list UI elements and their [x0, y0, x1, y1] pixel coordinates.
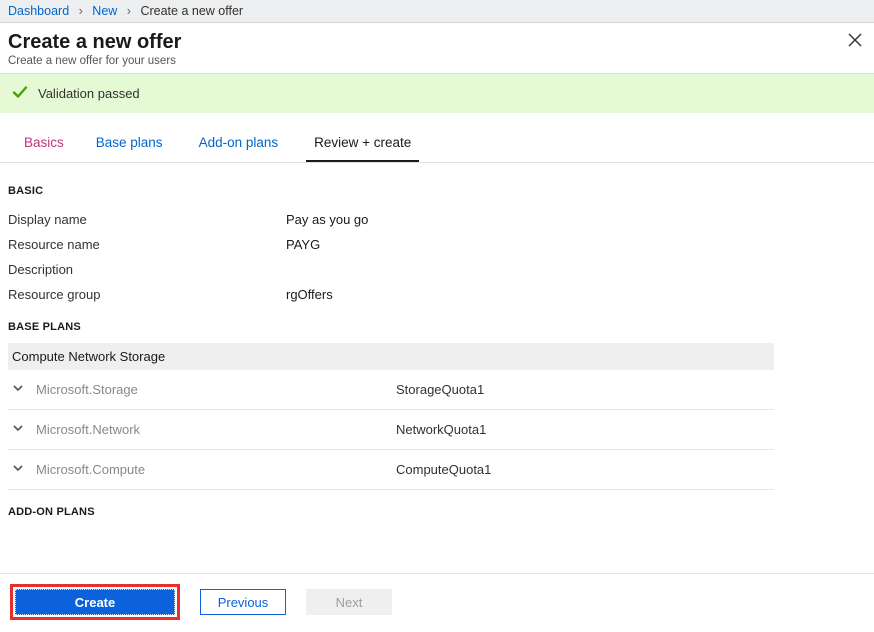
resource-name-value: PAYG: [286, 237, 320, 252]
checkmark-icon: [12, 84, 28, 103]
validation-text: Validation passed: [38, 86, 140, 101]
create-callout: Create: [10, 584, 180, 620]
chevron-down-icon: [12, 462, 36, 477]
close-button[interactable]: [848, 33, 862, 50]
crumb-current: Create a new offer: [140, 4, 243, 18]
service-name: Microsoft.Compute: [36, 462, 396, 477]
tab-base-plans[interactable]: Base plans: [88, 135, 171, 162]
crumb-new[interactable]: New: [92, 4, 117, 18]
quota-row[interactable]: Microsoft.ComputeComputeQuota1: [8, 450, 774, 490]
next-button: Next: [306, 589, 392, 615]
create-button[interactable]: Create: [15, 589, 175, 615]
chevron-right-icon: ›: [127, 4, 131, 18]
section-base-plans-label: BASE PLANS: [8, 321, 858, 333]
crumb-dashboard[interactable]: Dashboard: [8, 4, 69, 18]
service-name: Microsoft.Network: [36, 422, 396, 437]
tabs-bar: Basics Base plans Add-on plans Review + …: [0, 113, 874, 163]
resource-group-value: rgOffers: [286, 287, 333, 302]
chevron-down-icon: [12, 422, 36, 437]
tab-addon-plans[interactable]: Add-on plans: [191, 135, 287, 162]
footer-bar: Create Previous Next: [0, 573, 874, 632]
resource-name-label: Resource name: [8, 237, 286, 252]
close-icon: [848, 35, 862, 50]
display-name-value: Pay as you go: [286, 212, 368, 227]
section-addon-plans-label: ADD-ON PLANS: [8, 506, 858, 518]
description-label: Description: [8, 262, 286, 277]
page-subtitle: Create a new offer for your users: [8, 55, 862, 67]
chevron-down-icon: [12, 382, 36, 397]
quota-row[interactable]: Microsoft.StorageStorageQuota1: [8, 370, 774, 410]
validation-banner: Validation passed: [0, 73, 874, 113]
tab-review-create[interactable]: Review + create: [306, 135, 419, 162]
breadcrumb: Dashboard › New › Create a new offer: [0, 0, 874, 23]
quota-name: NetworkQuota1: [396, 422, 486, 437]
display-name-label: Display name: [8, 212, 286, 227]
quota-name: StorageQuota1: [396, 382, 484, 397]
quota-row[interactable]: Microsoft.NetworkNetworkQuota1: [8, 410, 774, 450]
page-title: Create a new offer: [8, 31, 862, 54]
service-name: Microsoft.Storage: [36, 382, 396, 397]
previous-button[interactable]: Previous: [200, 589, 286, 615]
chevron-right-icon: ›: [79, 4, 83, 18]
plan-header: Compute Network Storage: [8, 343, 774, 370]
quota-name: ComputeQuota1: [396, 462, 491, 477]
tab-basics[interactable]: Basics: [16, 135, 72, 162]
section-basic-label: BASIC: [8, 185, 858, 197]
resource-group-label: Resource group: [8, 287, 286, 302]
